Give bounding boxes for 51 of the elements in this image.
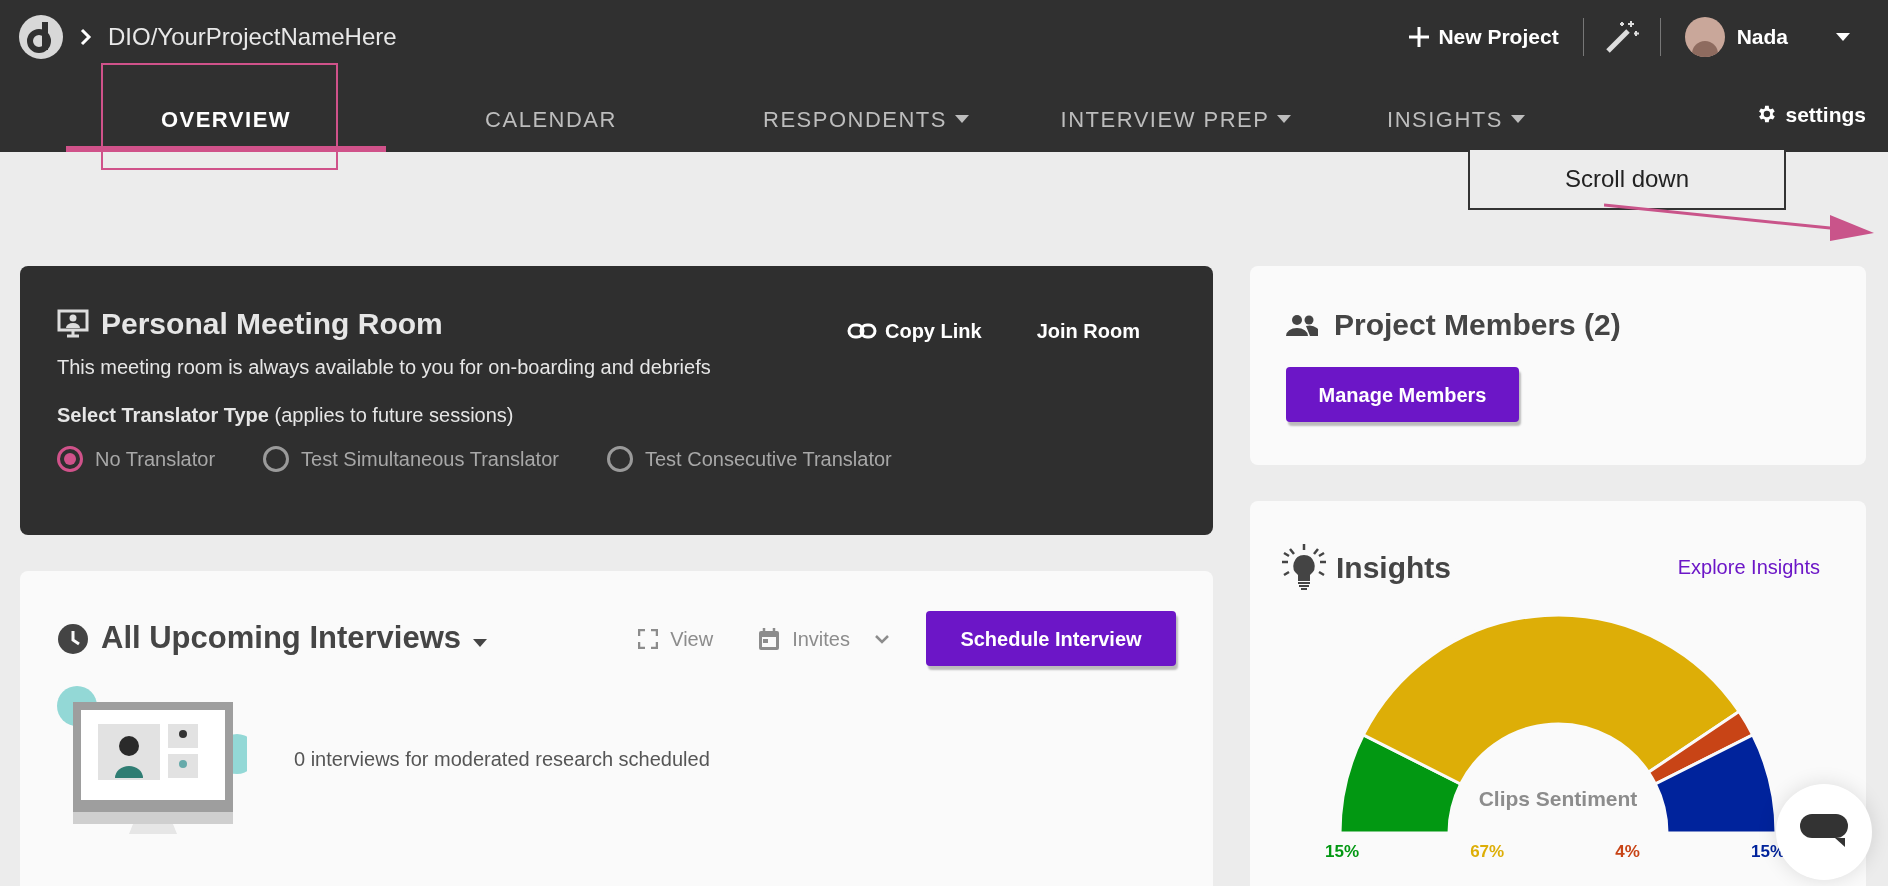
percent-label: 4%: [1615, 841, 1640, 863]
radio-option[interactable]: No Translator: [57, 444, 216, 474]
radio-option[interactable]: Test Consecutive Translator: [606, 444, 892, 474]
clock-icon: [57, 622, 89, 655]
nav-tab[interactable]: CALENDAR: [386, 92, 716, 152]
user-name[interactable]: Nada: [1736, 21, 1788, 53]
calendar-icon: [758, 626, 781, 651]
chevron-right-icon: [80, 28, 92, 46]
people-icon: [1286, 313, 1318, 336]
annotation-note: Scroll down: [1468, 150, 1786, 210]
percent-label: 67%: [1470, 841, 1505, 863]
card-title: Insights: [1336, 549, 1451, 586]
radio-button[interactable]: [57, 446, 83, 472]
project-breadcrumb[interactable]: DIO/YourProjectNameHere: [108, 19, 397, 55]
nav-tab[interactable]: OVERVIEW: [66, 92, 386, 152]
nav-tab-label: CALENDAR: [485, 105, 617, 134]
percent-label: 15%: [1325, 841, 1360, 863]
nav-tab[interactable]: RESPONDENTS: [716, 92, 1016, 152]
monitor-person-icon: [57, 307, 89, 339]
copy-link-button[interactable]: Copy Link: [847, 316, 982, 346]
nav-tab-label: INSIGHTS: [1387, 105, 1503, 134]
card-description: This meeting room is always available to you for on-boarding and debriefs: [57, 355, 712, 380]
radio-option[interactable]: Test Simultaneous Translator: [263, 444, 559, 474]
translator-label: Select Translator Type (applies to future sessions): [57, 403, 515, 428]
logo-icon[interactable]: [18, 14, 64, 60]
schedule-interview-button[interactable]: Schedule Interview: [926, 611, 1176, 666]
card-title: Project Members (2): [1334, 307, 1621, 343]
radio-button[interactable]: [263, 446, 290, 472]
card-title: Personal Meeting Room: [101, 305, 443, 342]
manage-members-button[interactable]: Manage Members: [1286, 367, 1519, 422]
nav-tab[interactable]: INSIGHTS: [1336, 92, 1576, 152]
nav-tab-label: INTERVIEW PREP: [1060, 105, 1270, 134]
caret-icon[interactable]: [473, 638, 487, 647]
new-project-button[interactable]: New Project: [1408, 21, 1583, 53]
nav-tab[interactable]: INTERVIEW PREP: [1016, 92, 1336, 152]
settings-link[interactable]: settings: [1755, 98, 1866, 130]
chevron-down-icon: [874, 633, 890, 644]
radio-button[interactable]: [606, 446, 633, 472]
card-title[interactable]: All Upcoming Interviews: [101, 615, 461, 662]
explore-insights-link[interactable]: Explore Insights: [1677, 552, 1820, 582]
link-icon: [847, 323, 877, 339]
expand-icon: [638, 628, 659, 649]
user-avatar[interactable]: [1684, 17, 1725, 57]
lightbulb-icon: [1280, 543, 1328, 591]
nav-tab-label: RESPONDENTS: [763, 105, 947, 134]
join-room-button[interactable]: Join Room: [1036, 316, 1140, 346]
plus-icon: [1408, 26, 1431, 48]
chart-title: Clips Sentiment: [1477, 786, 1639, 812]
empty-state-message: 0 interviews for moderated research scheduled: [294, 747, 710, 772]
caret-icon[interactable]: [1836, 33, 1850, 41]
nav-tab-label: OVERVIEW: [160, 105, 292, 134]
